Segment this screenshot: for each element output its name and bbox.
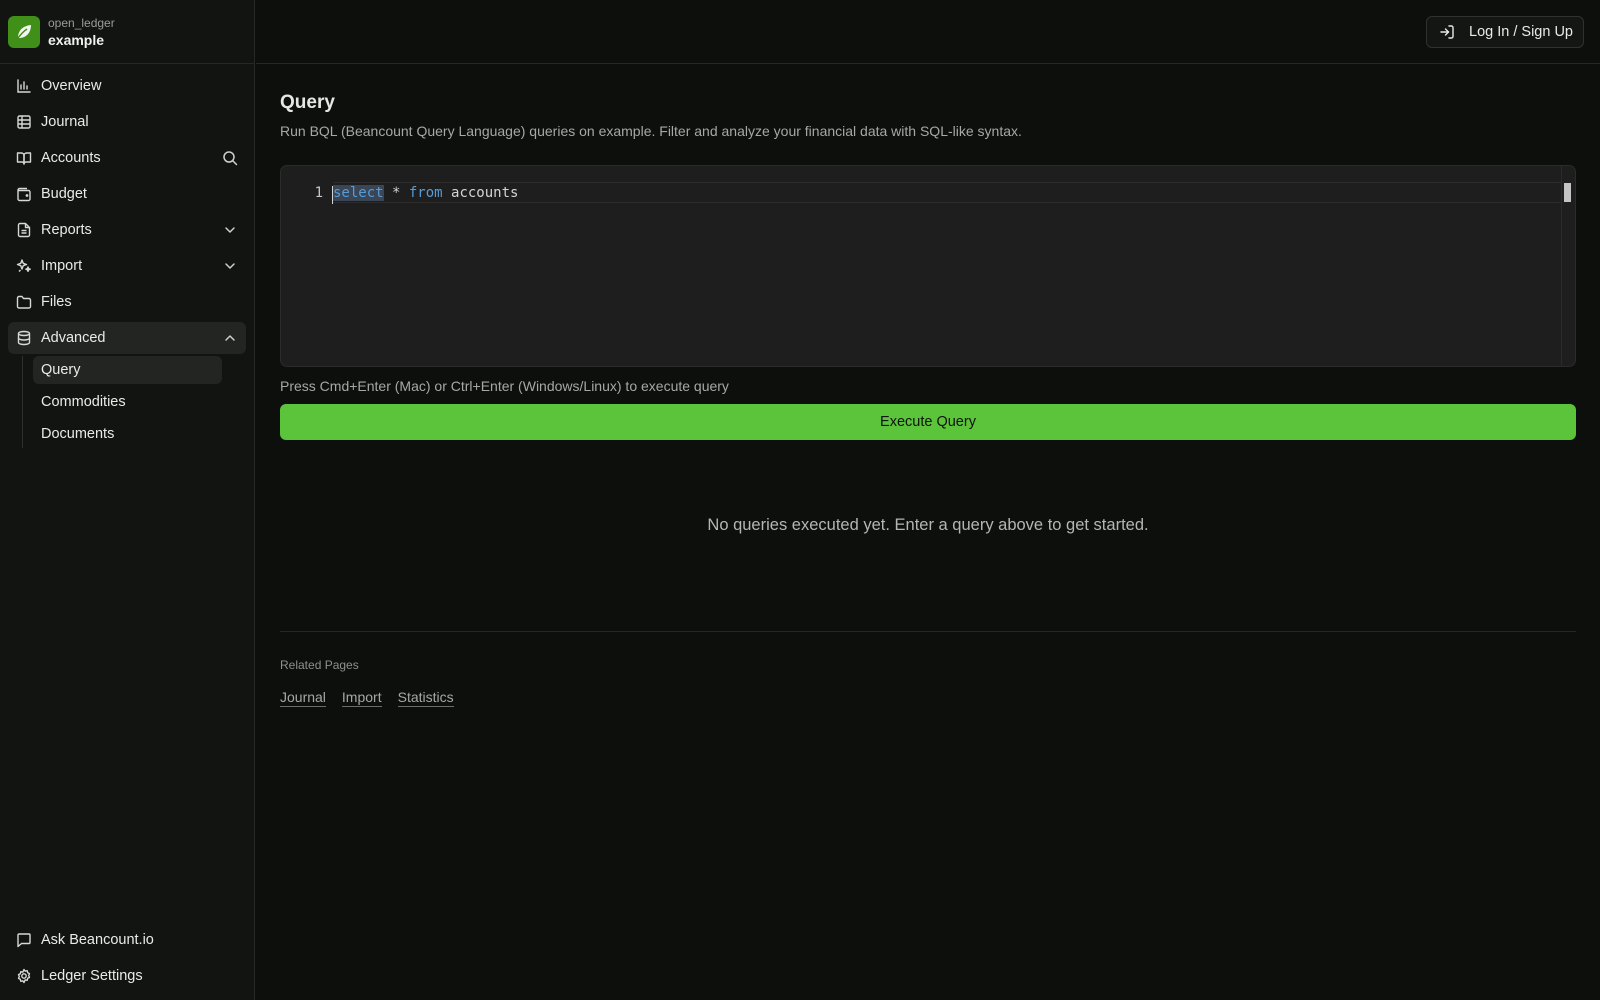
sidebar-item-ask-beancount[interactable]: Ask Beancount.io <box>8 924 246 956</box>
leaf-logo-icon <box>8 15 40 48</box>
sidebar-item-label: Journal <box>41 114 89 130</box>
sidebar-item-label: Reports <box>41 222 92 238</box>
text-cursor <box>332 185 333 204</box>
related-link-import[interactable]: Import <box>341 689 382 707</box>
chevron-up-icon[interactable] <box>222 330 238 346</box>
chevron-down-icon[interactable] <box>222 222 238 238</box>
gear-icon <box>16 968 32 984</box>
keyword-token: select <box>333 184 384 201</box>
divider <box>280 631 1576 632</box>
sidebar-item-label: Accounts <box>41 150 101 166</box>
sidebar-subitem-query[interactable]: Query <box>33 356 222 384</box>
sidebar-item-label: Advanced <box>41 330 106 346</box>
query-editor[interactable]: 1 select * from accounts <box>280 165 1576 367</box>
sidebar-nav: Overview Journal Accounts Budget Reports… <box>0 64 254 448</box>
sidebar-subitem-commodities[interactable]: Commodities <box>33 388 222 416</box>
main-content: Query Run BQL (Beancount Query Language)… <box>280 64 1576 707</box>
message-square-icon <box>16 932 32 948</box>
table-icon <box>16 114 32 130</box>
sidebar-item-label: Overview <box>41 78 102 94</box>
sidebar-subitem-documents[interactable]: Documents <box>33 420 222 448</box>
file-text-icon <box>16 222 32 238</box>
sidebar: open_ledger example Overview Journal Acc… <box>0 0 255 1000</box>
sidebar-item-reports[interactable]: Reports <box>8 214 246 246</box>
ledger-name: example <box>48 31 105 48</box>
brand-org: open_ledger <box>48 15 115 30</box>
brand-header[interactable]: open_ledger example <box>0 0 254 64</box>
identifier-token: accounts <box>442 184 519 201</box>
topbar: Log In / Sign Up <box>256 0 1600 64</box>
folder-icon <box>16 294 32 310</box>
related-link-statistics[interactable]: Statistics <box>397 689 454 707</box>
log-in-icon <box>1439 24 1455 40</box>
sidebar-item-journal[interactable]: Journal <box>8 106 246 138</box>
sidebar-item-overview[interactable]: Overview <box>8 70 246 102</box>
sparkles-icon <box>16 258 32 274</box>
sidebar-item-label: Ledger Settings <box>41 968 143 984</box>
sidebar-item-label: Files <box>41 294 72 310</box>
book-open-icon <box>16 150 32 166</box>
sidebar-item-budget[interactable]: Budget <box>8 178 246 210</box>
related-link-journal[interactable]: Journal <box>280 689 326 707</box>
login-signup-label: Log In / Sign Up <box>1469 24 1573 40</box>
query-code[interactable]: select * from accounts <box>332 184 519 204</box>
database-icon <box>16 330 32 346</box>
sidebar-footer: Ask Beancount.io Ledger Settings <box>8 924 246 996</box>
related-pages-links: Journal Import Statistics <box>280 689 1576 707</box>
execute-query-button[interactable]: Execute Query <box>280 404 1576 440</box>
sidebar-item-label: Budget <box>41 186 87 202</box>
login-signup-button[interactable]: Log In / Sign Up <box>1426 16 1584 48</box>
keyword-token: from <box>408 184 443 201</box>
sidebar-item-files[interactable]: Files <box>8 286 246 318</box>
advanced-subnav: Query Commodities Documents <box>22 356 246 448</box>
scrollbar-thumb[interactable] <box>1564 183 1571 202</box>
sidebar-item-ledger-settings[interactable]: Ledger Settings <box>8 960 246 992</box>
editor-line: 1 select * from accounts <box>281 182 1561 204</box>
sidebar-item-label: Ask Beancount.io <box>41 932 154 948</box>
operator-token: * <box>383 184 409 201</box>
empty-state-message: No queries executed yet. Enter a query a… <box>707 516 1149 534</box>
search-icon[interactable] <box>222 150 238 166</box>
chevron-down-icon[interactable] <box>222 258 238 274</box>
page-title: Query <box>280 92 335 113</box>
sidebar-item-label: Import <box>41 258 83 274</box>
editor-scrollbar[interactable] <box>1561 166 1575 366</box>
wallet-icon <box>16 186 32 202</box>
sidebar-item-advanced[interactable]: Advanced <box>8 322 246 354</box>
related-pages-title: Related Pages <box>280 658 359 672</box>
page-description: Run BQL (Beancount Query Language) queri… <box>280 123 1022 139</box>
sidebar-item-accounts[interactable]: Accounts <box>8 142 246 174</box>
sidebar-item-import[interactable]: Import <box>8 250 246 282</box>
bar-chart-icon <box>16 78 32 94</box>
line-number: 1 <box>314 184 323 201</box>
keyboard-hint: Press Cmd+Enter (Mac) or Ctrl+Enter (Win… <box>280 378 729 394</box>
